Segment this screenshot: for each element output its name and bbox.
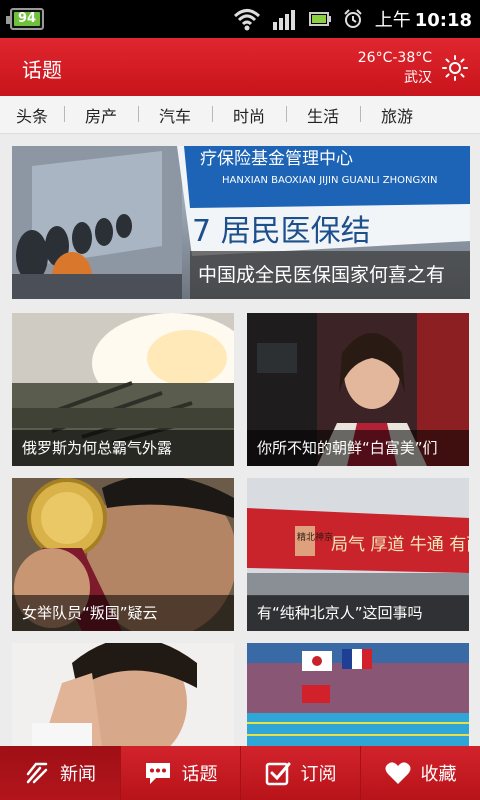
nav-topic[interactable]: 话题	[120, 746, 240, 800]
topic-icon	[145, 763, 170, 784]
news-card[interactable]: 俄罗斯为何总霸气外露	[12, 313, 234, 466]
app-header: 话题 26°C-38°C 武汉	[0, 38, 480, 96]
nav-favorite-label: 收藏	[420, 764, 457, 785]
news-card[interactable]: 精北神京 局气 厚道 牛通 有面儿 有“纯种北京人”这回事吗	[247, 478, 469, 631]
tab-travel[interactable]: 旅游	[360, 103, 434, 127]
time-period: 上午	[374, 10, 411, 31]
status-bar: 94 上午 10:18	[0, 0, 480, 38]
tab-headlines[interactable]: 头条	[0, 103, 64, 127]
nav-subscribe-label: 订阅	[300, 764, 337, 785]
man-portrait-photo	[12, 643, 234, 746]
sign-chinese: 疗保险基金管理中心	[200, 149, 353, 169]
news-card-caption: 有“纯种北京人”这回事吗	[247, 595, 469, 631]
signal-icon	[272, 8, 297, 30]
favorite-icon	[385, 762, 410, 784]
temperature-range: 26°C-38°C	[357, 50, 432, 66]
city-name: 武汉	[404, 70, 432, 86]
battery-level: 94	[18, 11, 37, 26]
subscribe-icon	[265, 762, 290, 786]
tab-real-estate[interactable]: 房产	[64, 103, 138, 127]
tab-life[interactable]: 生活	[286, 103, 360, 127]
news-card[interactable]: 女举队员“叛国”疑云	[12, 478, 234, 631]
page-title: 话题	[22, 58, 62, 82]
news-card-caption: 你所不知的朝鲜“白富美”们	[247, 430, 469, 466]
sun-icon[interactable]	[442, 55, 468, 81]
battery-icon	[308, 11, 331, 27]
alarm-icon	[343, 9, 363, 29]
sign-banner: 7 居民医保结	[192, 214, 371, 249]
news-card[interactable]	[247, 643, 469, 746]
nav-news[interactable]: 新闻	[0, 746, 120, 800]
nav-subscribe[interactable]: 订阅	[240, 746, 360, 800]
category-tabs: 头条 房产 汽车 时尚 生活 旅游	[0, 96, 480, 134]
status-clock: 上午 10:18	[375, 6, 472, 32]
news-icon	[26, 762, 48, 784]
banner-side-text: 精北神京	[297, 531, 333, 543]
wifi-icon	[233, 7, 261, 31]
nav-news-label: 新闻	[60, 764, 96, 785]
tab-auto[interactable]: 汽车	[138, 103, 212, 127]
banner-text: 局气 厚道 牛通 有面儿	[331, 535, 469, 555]
feature-caption: 中国成全民医保国家何喜之有	[190, 251, 470, 299]
nav-topic-label: 话题	[181, 764, 218, 785]
bottom-navigation: 新闻 话题 订阅 收藏	[0, 746, 480, 800]
feature-card[interactable]: 疗保险基金管理中心 HANXIAN BAOXIAN JIJIN GUANLI Z…	[12, 146, 470, 299]
tab-fashion[interactable]: 时尚	[212, 103, 286, 127]
time-value: 10:18	[414, 10, 472, 31]
battery-indicator: 94	[6, 8, 44, 30]
weather-widget[interactable]: 26°C-38°C 武汉	[358, 48, 432, 88]
news-card[interactable]: 你所不知的朝鲜“白富美”们	[247, 313, 469, 466]
nav-favorite[interactable]: 收藏	[360, 746, 480, 800]
news-card-caption: 俄罗斯为何总霸气外露	[12, 430, 234, 466]
swimming-stadium-photo	[247, 643, 469, 746]
sign-pinyin: HANXIAN BAOXIAN JIJIN GUANLI ZHONGXIN	[222, 175, 438, 186]
news-card-caption: 女举队员“叛国”疑云	[12, 595, 234, 631]
news-card[interactable]	[12, 643, 234, 746]
